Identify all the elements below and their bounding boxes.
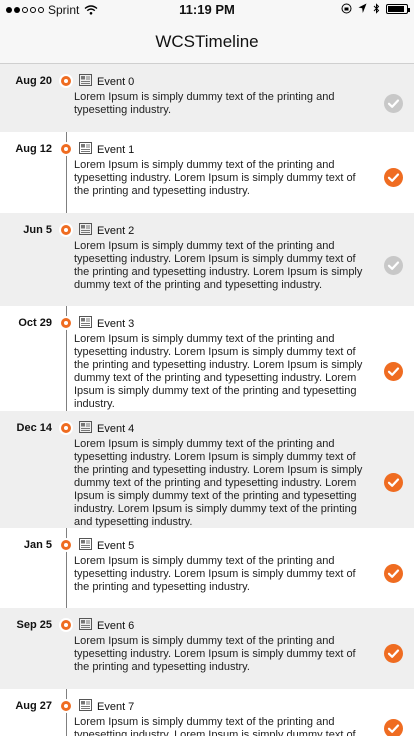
checkmark-icon[interactable] — [384, 719, 403, 736]
event-description-line: Lorem Ipsum is simply dummy text of the … — [74, 240, 335, 252]
event-description-line: typesetting industry. Lorem Ipsum is sim… — [74, 451, 356, 463]
event-date: Aug 20 — [15, 75, 52, 87]
event-date: Aug 12 — [15, 143, 52, 155]
event-description-line: the printing and typesetting industry. — [74, 185, 250, 197]
event-description: Lorem Ipsum is simply dummy text of the … — [74, 240, 374, 292]
event-description-line: the printing and typesetting industry. — [74, 661, 250, 673]
document-icon — [79, 142, 92, 154]
timeline-node — [61, 144, 71, 154]
checkmark-icon[interactable] — [384, 256, 403, 275]
document-icon — [79, 538, 92, 550]
event-description-line: the printing and typesetting industry. L… — [74, 464, 363, 476]
event-description-line: typesetting industry. — [74, 104, 172, 116]
document-icon — [79, 421, 92, 433]
document-icon — [79, 316, 92, 328]
event-date: Aug 27 — [15, 700, 52, 712]
timeline-row[interactable]: Jan 5 Event 5 Lorem Ipsum is simply dummy … — [0, 528, 414, 608]
event-title: Event 4 — [97, 423, 135, 435]
document-icon — [79, 223, 92, 235]
event-title: Event 2 — [97, 225, 135, 237]
document-icon — [79, 74, 92, 86]
timeline-node — [61, 701, 71, 711]
timeline-row[interactable]: Aug 12 Event 1 Lorem Ipsum is simply dummy… — [0, 132, 414, 213]
event-date: Jan 5 — [23, 539, 52, 551]
battery-icon — [386, 3, 410, 14]
event-description-line: typesetting industry. Lorem Ipsum is sim… — [74, 253, 356, 265]
event-description-line: Lorem Ipsum is simply dummy text of the … — [74, 555, 335, 567]
timeline-row[interactable]: Jun 5 Event 2 Lorem Ipsum is simply dummy … — [0, 213, 414, 306]
timeline-row[interactable]: Oct 29 Event 3 Lorem Ipsum is simply dummy… — [0, 306, 414, 411]
navigation-bar: WCSTimeline — [0, 20, 414, 64]
event-title: Event 0 — [97, 76, 135, 88]
event-description-line: typesetting industry. Lorem Ipsum is sim… — [74, 346, 356, 358]
bluetooth-icon — [373, 3, 380, 14]
event-date: Dec 14 — [16, 422, 52, 434]
location-icon — [358, 3, 367, 13]
event-description-line: Lorem Ipsum is simply dummy text of the … — [74, 159, 335, 171]
event-title: Event 1 — [97, 144, 135, 156]
page-title: WCSTimeline — [155, 32, 259, 51]
event-description-line: Lorem Ipsum is simply dummy text of the … — [74, 635, 335, 647]
event-description-line: industry. Lorem Ipsum is simply dummy te… — [74, 503, 357, 515]
timeline-node — [61, 620, 71, 630]
checkmark-icon[interactable] — [384, 564, 403, 583]
status-bar-right — [341, 3, 410, 14]
event-description-line: Ipsum is simply dummy text of the printi… — [74, 490, 357, 502]
event-title: Event 3 — [97, 318, 135, 330]
event-description: Lorem Ipsum is simply dummy text of the … — [74, 159, 374, 198]
document-icon — [79, 618, 92, 630]
orientation-lock-icon — [341, 3, 352, 14]
event-description-line: typesetting industry. Lorem Ipsum is sim… — [74, 568, 356, 580]
timeline-node — [61, 540, 71, 550]
event-description: Lorem Ipsum is simply dummy text of the … — [74, 438, 374, 529]
event-date: Jun 5 — [23, 224, 52, 236]
event-date: Oct 29 — [18, 317, 52, 329]
event-description-line: the printing and typesetting industry. L… — [74, 359, 363, 371]
event-description-line: industry. — [74, 398, 115, 410]
event-description: Lorem Ipsum is simply dummy text of the … — [74, 555, 374, 594]
status-bar: Sprint 11:19 PM — [0, 0, 414, 20]
checkmark-icon[interactable] — [384, 473, 403, 492]
event-description-line: dummy text of the printing and typesetti… — [74, 279, 323, 291]
event-description-line: typesetting industry. Lorem Ipsum is sim… — [74, 729, 356, 736]
checkmark-icon[interactable] — [384, 362, 403, 381]
timeline-row[interactable]: Aug 27 Event 7 Lorem Ipsum is simply dummy… — [0, 689, 414, 736]
timeline-node — [61, 76, 71, 86]
event-description-line: dummy text of the printing and typesetti… — [74, 372, 357, 384]
event-description-line: typesetting industry. Lorem Ipsum is sim… — [74, 172, 356, 184]
event-title: Event 6 — [97, 620, 135, 632]
timeline-node — [61, 225, 71, 235]
event-description-line: the printing and typesetting industry. L… — [74, 266, 363, 278]
event-description: Lorem Ipsum is simply dummy text of the … — [74, 333, 374, 411]
event-description-line: dummy text of the printing and typesetti… — [74, 477, 357, 489]
checkmark-icon[interactable] — [384, 168, 403, 187]
timeline-node — [61, 423, 71, 433]
timeline-row[interactable]: Aug 20 Event 0 Lorem Ipsum is simply dummy… — [0, 64, 414, 132]
event-description-line: Lorem Ipsum is simply dummy text of the … — [74, 333, 335, 345]
event-description-line: Lorem Ipsum is simply dummy text of the … — [74, 91, 335, 103]
event-description-line: Lorem Ipsum is simply dummy text of the … — [74, 716, 335, 728]
event-title: Event 7 — [97, 701, 135, 713]
document-icon — [79, 699, 92, 711]
event-description-line: typesetting industry. Lorem Ipsum is sim… — [74, 648, 356, 660]
checkmark-icon[interactable] — [384, 644, 403, 663]
timeline-list[interactable]: Aug 20 Event 0 Lorem Ipsum is simply dummy… — [0, 64, 414, 736]
event-description-line: Lorem Ipsum is simply dummy text of the … — [74, 438, 335, 450]
timeline-node — [61, 318, 71, 328]
event-description: Lorem Ipsum is simply dummy text of the … — [74, 635, 374, 674]
event-description-line: the printing and typesetting industry. — [74, 581, 250, 593]
timeline-row[interactable]: Dec 14 Event 4 Lorem Ipsum is simply dummy… — [0, 411, 414, 528]
event-description-line: Ipsum is simply dummy text of the printi… — [74, 385, 357, 397]
event-date: Sep 25 — [16, 619, 52, 631]
event-description: Lorem Ipsum is simply dummy text of the … — [74, 91, 374, 117]
event-title: Event 5 — [97, 540, 135, 552]
timeline-row[interactable]: Sep 25 Event 6 Lorem Ipsum is simply dummy… — [0, 608, 414, 689]
event-description: Lorem Ipsum is simply dummy text of the … — [74, 716, 374, 736]
checkmark-icon[interactable] — [384, 94, 403, 113]
